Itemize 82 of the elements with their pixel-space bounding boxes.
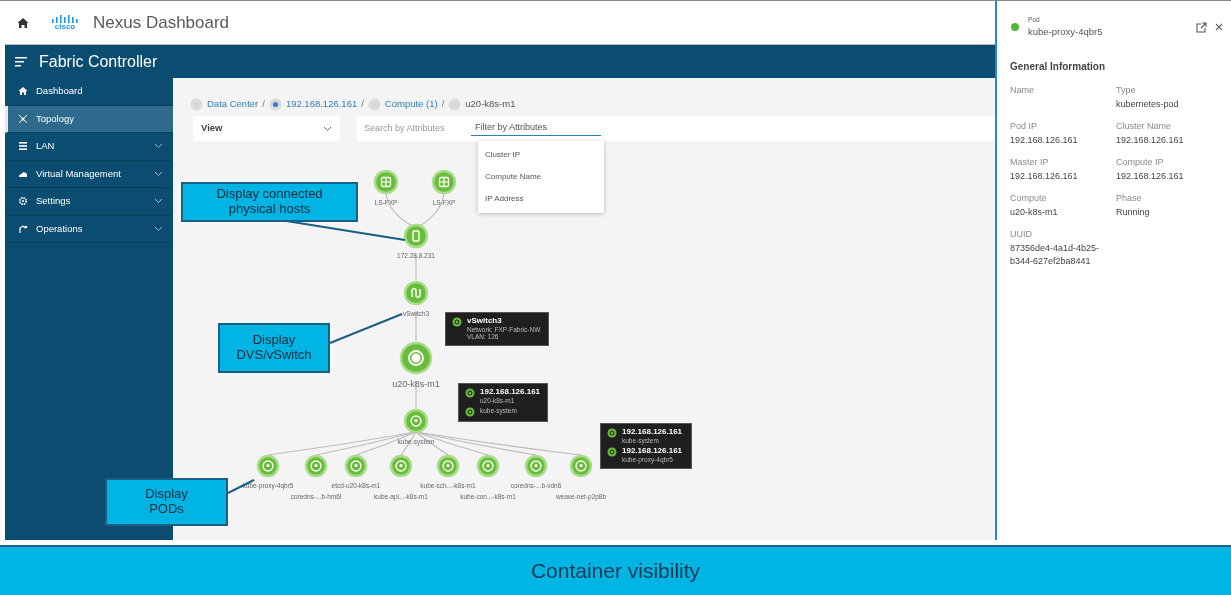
node-icon <box>465 407 475 418</box>
breadcrumb-circle-icon <box>448 97 462 111</box>
sidebar-item[interactable]: Topology <box>5 105 173 133</box>
chevron-down-icon <box>154 143 163 150</box>
field-value: 192.168.126.161 <box>1116 169 1185 183</box>
app-title: Nexus Dashboard <box>93 11 230 34</box>
pod-node[interactable] <box>344 454 368 478</box>
status-dot-icon <box>1010 22 1020 32</box>
node-label: u20-k8s-m1 <box>392 379 440 389</box>
breadcrumb-current: u20-k8s-m1 <box>465 96 516 111</box>
breadcrumb-link[interactable]: Compute (1) <box>384 96 438 112</box>
switch-node[interactable] <box>403 223 429 249</box>
node-icon <box>465 388 475 398</box>
breadcrumb-link[interactable]: Data Center <box>207 96 259 112</box>
topology-icon <box>18 113 28 124</box>
breadcrumb-separator: / <box>441 96 445 111</box>
close-icon[interactable] <box>1215 23 1223 31</box>
pod-node[interactable] <box>256 454 280 478</box>
callout-box: Display PODs <box>105 478 228 526</box>
menu-icon[interactable] <box>15 56 27 67</box>
callout-box: Display DVS/vSwitch <box>218 323 330 373</box>
field-label: Compute IP <box>1116 156 1165 169</box>
field-label: Type <box>1116 84 1137 97</box>
chevron-down-icon <box>154 198 163 205</box>
breadcrumb-circle-icon <box>367 97 381 111</box>
caption-text: Container visibility <box>530 558 701 585</box>
tooltip-title: 192.168.126.161 <box>480 388 541 397</box>
logo: cisco <box>51 14 79 31</box>
compute-node[interactable] <box>399 341 433 375</box>
server-node[interactable] <box>431 169 457 195</box>
dropdown-option[interactable]: Cluster IP <box>478 144 604 166</box>
namespace-node[interactable] <box>403 408 429 434</box>
breadcrumb-circle-icon <box>268 97 282 111</box>
field-value: u20-k8s-m1 <box>1010 205 1059 219</box>
node-icon <box>452 317 462 327</box>
breadcrumb-link[interactable]: 192.168.126.161 <box>285 96 358 112</box>
field-label: Cluster Name <box>1116 120 1172 133</box>
node-icon <box>607 447 617 458</box>
chevron-down-icon <box>154 170 163 177</box>
list-icon <box>18 141 28 152</box>
dropdown-option[interactable]: IP Address <box>478 188 604 210</box>
field-label: Compute <box>1010 192 1048 205</box>
breadcrumb-separator: / <box>361 96 364 111</box>
field-label: Phase <box>1116 192 1143 205</box>
pod-node[interactable] <box>389 454 413 478</box>
vswitch-node[interactable] <box>403 280 429 306</box>
tooltip-title: 192.168.126.161 <box>622 447 683 457</box>
tooltip-title: vSwitch3 <box>467 317 503 326</box>
field-value: 192.168.126.161 <box>1010 133 1079 147</box>
server-node[interactable] <box>373 169 399 195</box>
field-value: 87356de4-4a1d-4b25-b344-627ef2ba8441 <box>1010 241 1101 268</box>
field-value: 192.168.126.161 <box>1116 133 1185 147</box>
field-value: Running <box>1116 205 1151 219</box>
chevron-down-icon <box>323 125 332 132</box>
field-label: UUID <box>1010 228 1033 241</box>
callout-box: Display connected physical hosts <box>181 182 358 222</box>
field-label: Master IP <box>1010 156 1050 169</box>
home-icon <box>18 86 28 97</box>
pod-node[interactable] <box>476 454 500 478</box>
chevron-down-icon <box>154 225 163 232</box>
section-title: General Information <box>1010 60 1106 74</box>
pod-node[interactable] <box>524 454 548 478</box>
field-label: Pod IP <box>1010 120 1039 133</box>
tools-icon <box>18 223 28 234</box>
view-select[interactable]: View <box>193 116 340 141</box>
tooltip-title: 192.168.126.161 <box>622 428 683 437</box>
home-icon[interactable] <box>17 16 29 29</box>
pod-node[interactable] <box>304 454 328 478</box>
pod-node[interactable] <box>436 454 460 478</box>
field-label: Name <box>1010 84 1035 97</box>
app-bar-title: Fabric Controller <box>39 51 158 72</box>
pod-node[interactable] <box>569 454 593 478</box>
external-link-icon[interactable] <box>1196 21 1207 33</box>
breadcrumb-separator: / <box>262 96 265 111</box>
breadcrumb-circle-icon <box>190 97 203 111</box>
dropdown-option[interactable]: Compute Name <box>478 166 604 188</box>
field-value: kubernetes-pod <box>1116 97 1180 111</box>
object-name: kube-proxy-4qbr5 <box>1028 24 1104 39</box>
settings-icon <box>18 196 28 207</box>
node-icon <box>607 428 617 438</box>
field-value: 192.168.126.161 <box>1010 169 1079 183</box>
filter-field[interactable]: Filter by Attributes <box>471 121 601 136</box>
